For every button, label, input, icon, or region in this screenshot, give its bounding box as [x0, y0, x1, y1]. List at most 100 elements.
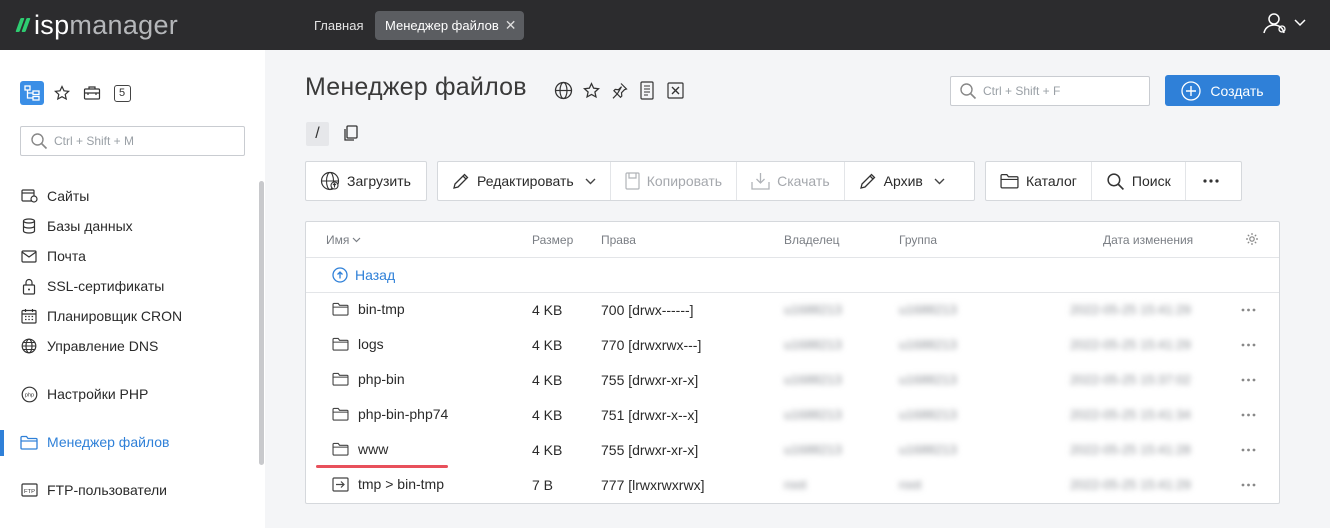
column-header-group[interactable]: Группа: [899, 233, 937, 247]
star-icon[interactable]: [581, 80, 601, 100]
row-menu-icon[interactable]: [1241, 378, 1256, 382]
folder-icon: [332, 442, 349, 456]
www-globe-icon[interactable]: [553, 80, 573, 100]
search-label: Поиск: [1131, 173, 1171, 189]
file-name-cell[interactable]: tmp > bin-tmp: [332, 476, 444, 492]
file-modified: 2022-05-25 15:41:29: [1070, 302, 1191, 317]
ispmanager-logo[interactable]: ispmanager: [15, 9, 179, 40]
copy-icon: [625, 172, 640, 190]
sidebar-item-mail[interactable]: Почта: [20, 245, 86, 267]
sidebar-item-ssl[interactable]: SSL-сертификаты: [20, 275, 164, 297]
upload-button[interactable]: Загрузить: [306, 162, 425, 200]
create-button[interactable]: Создать: [1165, 75, 1280, 106]
file-group: u1688213: [899, 302, 957, 317]
toolbar-upload-group: Загрузить: [305, 161, 427, 201]
archive-button[interactable]: Архив: [845, 162, 959, 200]
file-name-cell[interactable]: bin-tmp: [332, 301, 405, 317]
column-header-perms[interactable]: Права: [601, 233, 636, 247]
file-name: tmp > bin-tmp: [358, 476, 444, 492]
toolbar-edit-group: Редактировать Копировать Скачать Архив: [437, 161, 975, 201]
file-owner: u1688213: [784, 407, 842, 422]
sidebar-search-input[interactable]: [54, 134, 234, 148]
table-row[interactable]: php-bin-php74 4 KB 751 [drwxr-x--x] u168…: [306, 398, 1279, 433]
file-modified: 2022-05-25 15:37:02: [1070, 372, 1191, 387]
edit-button[interactable]: Редактировать: [438, 162, 611, 200]
main-search[interactable]: [950, 76, 1150, 106]
column-header-owner[interactable]: Владелец: [784, 233, 840, 247]
row-menu-icon[interactable]: [1241, 308, 1256, 312]
sidebar-item-php[interactable]: php Настройки PHP: [20, 383, 148, 405]
file-group: u1688213: [899, 372, 957, 387]
create-button-label: Создать: [1210, 82, 1264, 99]
copy-path-icon[interactable]: [343, 125, 359, 142]
chevron-down-icon: [934, 178, 945, 184]
file-modified: 2022-05-25 15:41:29: [1070, 477, 1191, 492]
sidebar-item-file-manager[interactable]: Менеджер файлов: [20, 431, 170, 453]
sidebar-item-label: SSL-сертификаты: [47, 278, 165, 294]
back-link[interactable]: Назад: [332, 267, 395, 283]
tree-view-icon[interactable]: [20, 81, 44, 105]
tab-home[interactable]: Главная: [306, 11, 371, 40]
table-row[interactable]: tmp > bin-tmp 7 B 777 [lrwxrwxrwx] root …: [306, 468, 1279, 503]
file-owner: root: [784, 477, 807, 492]
file-modified: 2022-05-25 15:41:34: [1070, 407, 1191, 422]
column-header-name-label: Имя: [326, 233, 350, 247]
file-name-cell[interactable]: php-bin: [332, 371, 405, 387]
chevron-down-icon: [1294, 19, 1306, 27]
logo-sub-text: manager: [69, 9, 179, 40]
file-perms: 755 [drwxr-xr-x]: [601, 372, 699, 388]
search-button[interactable]: Поиск: [1092, 162, 1186, 200]
table-row[interactable]: www 4 KB 755 [drwxr-xr-x] u1688213 u1688…: [306, 433, 1279, 468]
star-icon[interactable]: [50, 81, 74, 105]
file-modified: 2022-05-25 15:41:28: [1070, 442, 1191, 457]
gear-icon[interactable]: [1245, 232, 1259, 246]
file-name-cell[interactable]: www: [332, 441, 388, 457]
file-owner: u1688213: [784, 442, 842, 457]
sidebar-scrollbar[interactable]: [259, 181, 264, 465]
folder-icon: [1000, 174, 1019, 189]
more-actions-button[interactable]: [1186, 162, 1236, 200]
table-row[interactable]: bin-tmp 4 KB 700 [drwx------] u1688213 u…: [306, 293, 1279, 328]
sidebar-item-dns[interactable]: Управление DNS: [20, 335, 158, 357]
user-menu[interactable]: [1262, 11, 1306, 35]
briefcase-icon[interactable]: [80, 81, 104, 105]
close-icon[interactable]: ✕: [505, 11, 517, 40]
sidebar-item-label: Сайты: [47, 188, 90, 204]
row-menu-icon[interactable]: [1241, 483, 1256, 487]
row-menu-icon[interactable]: [1241, 448, 1256, 452]
download-button[interactable]: Скачать: [737, 162, 845, 200]
document-icon[interactable]: [637, 80, 657, 100]
file-name-cell[interactable]: php-bin-php74: [332, 406, 448, 422]
row-menu-icon[interactable]: [1241, 343, 1256, 347]
column-header-size[interactable]: Размер: [532, 233, 573, 247]
file-size: 4 KB: [532, 302, 563, 318]
sidebar-item-sites[interactable]: Сайты: [20, 185, 89, 207]
file-name: www: [358, 441, 389, 457]
sidebar-item-label: Почта: [47, 248, 86, 264]
table-row[interactable]: php-bin 4 KB 755 [drwxr-xr-x] u1688213 u…: [306, 363, 1279, 398]
main-search-input[interactable]: [983, 84, 1143, 98]
column-header-name[interactable]: Имя: [326, 233, 361, 247]
back-row[interactable]: Назад: [306, 257, 1279, 293]
pin-icon[interactable]: [609, 80, 629, 100]
sort-down-icon: [352, 237, 361, 243]
column-header-modified[interactable]: Дата изменения: [1103, 233, 1193, 247]
sidebar-search[interactable]: [20, 126, 245, 156]
row-menu-icon[interactable]: [1241, 413, 1256, 417]
file-owner: u1688213: [784, 302, 842, 317]
directory-button[interactable]: Каталог: [986, 162, 1092, 200]
copy-button[interactable]: Копировать: [611, 162, 738, 200]
sidebar-item-databases[interactable]: Базы данных: [20, 215, 133, 237]
tools-icon[interactable]: [665, 80, 685, 100]
sidebar: 5 Сайты Базы данных Почта SSL-сертификат…: [0, 50, 265, 528]
path-root[interactable]: /: [306, 122, 329, 146]
folder-icon: [332, 337, 349, 351]
sidebar-item-ftp[interactable]: FTP FTP-пользователи: [20, 479, 167, 501]
file-perms: 777 [lrwxrwxrwx]: [601, 477, 705, 493]
tab-file-manager[interactable]: Менеджер файлов ✕: [375, 11, 525, 40]
file-name-cell[interactable]: logs: [332, 336, 384, 352]
history-badge[interactable]: 5: [110, 81, 134, 105]
sidebar-item-cron[interactable]: Планировщик CRON: [20, 305, 182, 327]
table-row[interactable]: logs 4 KB 770 [drwxrwx---] u1688213 u168…: [306, 328, 1279, 363]
file-group: u1688213: [899, 407, 957, 422]
